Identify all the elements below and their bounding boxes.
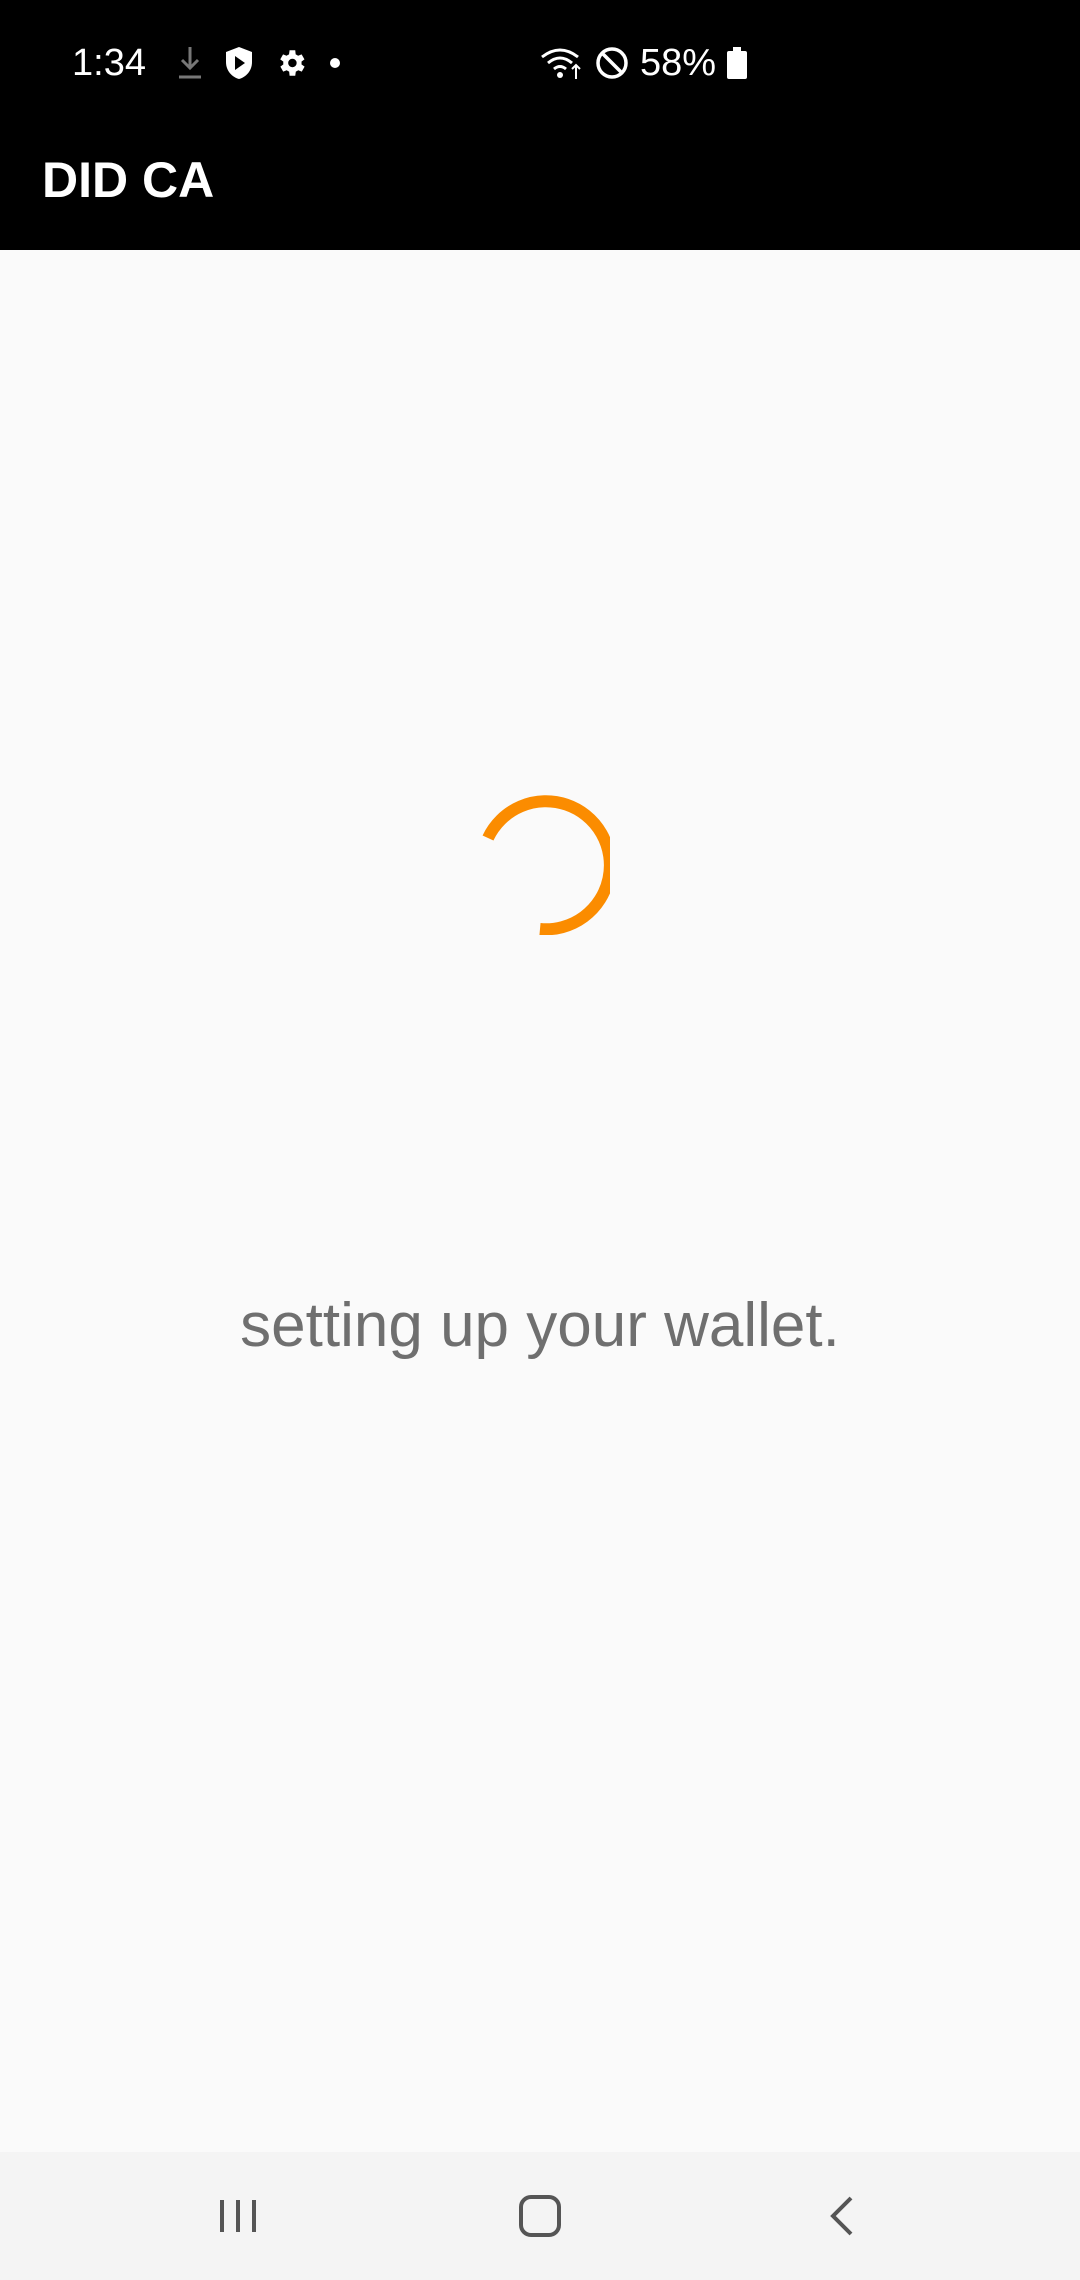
recent-apps-button[interactable] <box>178 2176 298 2256</box>
loading-screen <box>0 250 1080 2152</box>
spinner-arc <box>482 795 610 935</box>
dot-icon <box>328 56 342 70</box>
do-not-disturb-icon <box>594 45 630 81</box>
wifi-icon <box>540 45 584 81</box>
download-icon <box>176 45 204 81</box>
status-time: 1:34 <box>72 41 146 84</box>
shield-play-icon <box>224 45 254 81</box>
battery-percent: 58% <box>640 41 717 84</box>
home-icon <box>519 2195 561 2237</box>
battery-icon <box>726 46 748 80</box>
back-button[interactable] <box>782 2176 902 2256</box>
status-right: 58% <box>540 38 748 88</box>
app-title: DID CA <box>42 152 215 208</box>
back-icon <box>830 2196 853 2236</box>
loading-spinner <box>482 795 610 935</box>
status-left: 1:34 <box>72 38 342 88</box>
status-bar: 1:34 58% <box>0 0 1080 125</box>
home-button[interactable] <box>480 2176 600 2256</box>
app-bar: DID CA <box>0 125 1080 250</box>
gear-icon <box>274 46 308 80</box>
navigation-bar <box>0 2152 1080 2280</box>
recent-apps-icon <box>220 2200 256 2232</box>
loading-message: setting up your wallet. <box>240 1291 840 1360</box>
